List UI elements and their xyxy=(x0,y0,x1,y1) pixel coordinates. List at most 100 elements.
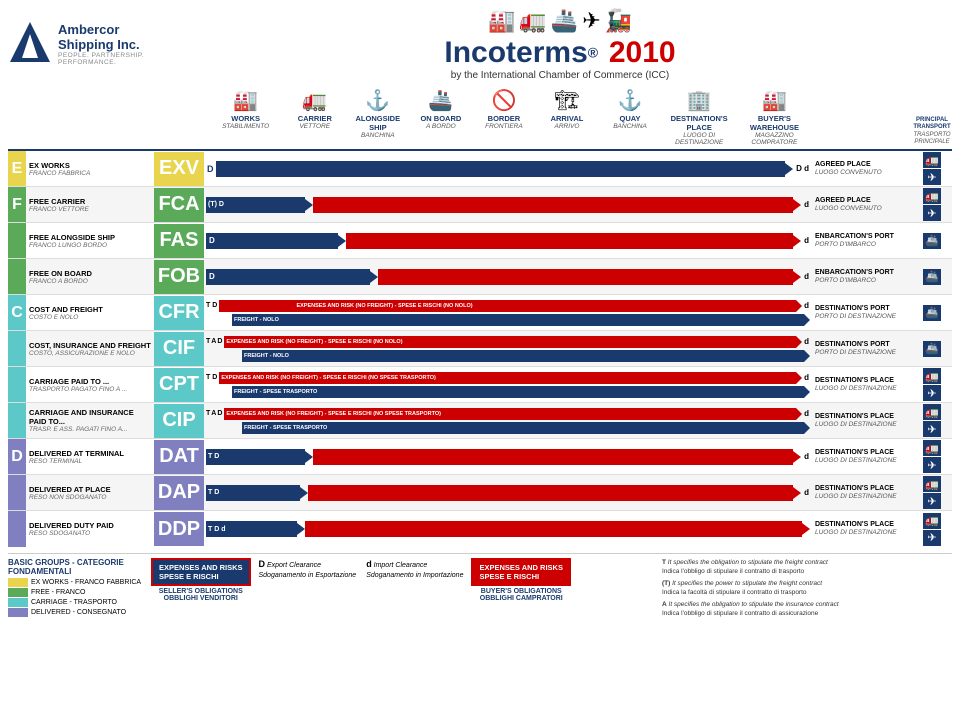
col-warehouse-en: BUYER'S WAREHOUSE xyxy=(738,114,811,132)
arrow-dap-l xyxy=(300,487,308,499)
legend-item-f: FREE - FRANCO xyxy=(8,588,143,597)
col-warehouse: 🏭 BUYER'S WAREHOUSE MAGAZZINO COMPRATORE xyxy=(737,87,812,146)
transport-icon-ship: 🚢 xyxy=(551,8,578,34)
icon-plane-exw: ✈ xyxy=(923,169,941,185)
d-marker-d: d Import ClearanceSdoganamento in Import… xyxy=(366,558,463,581)
row-fas-dest-en: ENBARCATION'S PORT xyxy=(815,232,909,241)
arrow-cfr-top xyxy=(796,300,802,312)
bar-red-cip: EXPENSES AND RISK (NO FREIGHT) - SPESE E… xyxy=(224,408,796,420)
row-cfr-name-en: COST AND FREIGHT xyxy=(29,305,152,314)
marker-d-text: Import ClearanceSdoganamento in Importaz… xyxy=(366,562,463,579)
bar-blue-fca: (T) D xyxy=(206,197,305,213)
row-exw-name-en: EX WORKS xyxy=(29,161,152,170)
row-fob: FREE ON BOARD FRANCO A BORDO FOB D d ENB… xyxy=(8,259,952,295)
note-paren-T: (T) It specifies the power to stipulate … xyxy=(662,579,952,597)
icon-plane-dap: ✈ xyxy=(923,493,941,509)
arrow-fas-r xyxy=(793,235,801,247)
col-quay-it: BANCHINA xyxy=(599,123,660,130)
icon-ship-cfr: 🚢 xyxy=(923,305,941,321)
row-ddp-dest-en: DESTINATION'S PLACE xyxy=(815,520,909,529)
row-cpt-dest-en: DESTINATION'S PLACE xyxy=(815,376,909,385)
arrow-dat-r xyxy=(793,451,801,463)
col-onboard: 🚢 ON BOARD A BORDO xyxy=(409,87,472,146)
row-exw-name-it: FRANCO FABBRICA xyxy=(29,170,152,177)
legend-label-e: EX WORKS - FRANCO FABBRICA xyxy=(31,579,141,586)
column-headers: 🏭 WORKS STABILIMENTO 🚛 CARRIER VETTORE ⚓… xyxy=(8,87,952,151)
row-cif-names: COST, INSURANCE AND FREIGHT COSTO, ASSIC… xyxy=(26,339,154,359)
bar-blue-fob: D xyxy=(206,269,370,285)
company-name: Ambercor Shipping Inc. xyxy=(58,22,168,52)
row-cfr-name-it: COSTO E NOLO xyxy=(29,314,152,321)
row-cfr-names: COST AND FREIGHT COSTO E NOLO xyxy=(26,303,154,323)
row-fob-name-en: FREE ON BOARD xyxy=(29,269,152,278)
bar-red-text-cfr: EXPENSES AND RISK (NO FREIGHT) - SPESE E… xyxy=(294,300,796,312)
row-exw: E EX WORKS FRANCO FABBRICA EXV D D d AGR… xyxy=(8,151,952,187)
d-markers-list: D Export ClearanceSdoganamento in Esport… xyxy=(259,558,464,581)
row-ddp-icons: 🚛 ✈ xyxy=(912,512,952,547)
row-cif-dest-it: PORTO DI DESTINAZIONE xyxy=(815,349,909,357)
row-fca-viz: (T) D d xyxy=(206,188,812,222)
incoterms-reg: ® xyxy=(588,45,598,61)
row-cpt-names: CARRIAGE PAID TO ... TRASPORTO PAGATO FI… xyxy=(26,375,154,395)
row-cpt-dest: DESTINATION'S PLACE LUOGO DI DESTINAZION… xyxy=(812,374,912,396)
col-border-en: BORDER xyxy=(473,114,534,123)
bar-blue-dap: T D xyxy=(206,485,300,501)
arrow-dap-r xyxy=(793,487,801,499)
row-fob-names: FREE ON BOARD FRANCO A BORDO xyxy=(26,267,154,287)
row-dap-name-it: RESO NON SDOGANATO xyxy=(29,494,152,501)
icon-plane-dat: ✈ xyxy=(923,457,941,473)
col-destplace-icon: 🏢 xyxy=(663,88,736,113)
row-exw-code: EXV xyxy=(154,152,204,186)
row-cif-icons: 🚢 xyxy=(912,340,952,358)
group-c-label-cpt xyxy=(8,367,26,402)
row-dat-code: DAT xyxy=(154,440,204,474)
row-cpt-dest-it: LUOGO DI DESTINAZIONE xyxy=(815,385,909,393)
row-dap-names: DELIVERED AT PLACE RESO NON SDOGANATO xyxy=(26,483,154,503)
marker-T-cfr: T xyxy=(206,302,210,309)
row-fob-icons: 🚢 xyxy=(912,268,952,286)
icon-plane-cip: ✈ xyxy=(923,421,941,437)
row-fob-code: FOB xyxy=(154,260,204,294)
page: Ambercor Shipping Inc. PEOPLE. PARTNERSH… xyxy=(0,0,960,716)
legend-label-d: DELIVERED - CONSEGNATO xyxy=(31,609,126,616)
marker-d-cip: d xyxy=(804,409,809,418)
logo-icon xyxy=(8,20,52,64)
marker-D-cfr: D xyxy=(212,302,217,309)
row-cpt-code: CPT xyxy=(154,368,204,402)
marker-d-fas: d xyxy=(804,236,809,245)
row-cip-name-en: CARRIAGE AND INSURANCE PAID TO... xyxy=(29,408,152,426)
bar-blue-cfr: FREIGHT - NOLO xyxy=(232,314,804,326)
marker-d-legend: d xyxy=(366,559,372,569)
col-onboard-en: ON BOARD xyxy=(410,114,471,123)
icon-truck-dap: 🚛 xyxy=(923,476,941,492)
row-cif-name-it: COSTO, ASSICURAZIONE E NOLO xyxy=(29,350,152,357)
row-cip-names: CARRIAGE AND INSURANCE PAID TO... TRASP.… xyxy=(26,406,154,435)
bar-red-fca xyxy=(313,197,793,213)
row-cpt-viz: T D EXPENSES AND RISK (NO FREIGHT) - SPE… xyxy=(206,368,812,402)
transport-icon-plane: ✈ xyxy=(582,8,600,34)
icon-plane-cpt: ✈ xyxy=(923,385,941,401)
row-cpt-name-it: TRASPORTO PAGATO FINO A ... xyxy=(29,386,152,393)
bottom-legend: BASIC GROUPS - CATEGORIE FONDAMENTALI EX… xyxy=(8,553,952,622)
note-paren-T-marker: (T) xyxy=(662,580,670,587)
row-ddp-name-it: RESO SDOGANATO xyxy=(29,530,152,537)
row-cfr-icons: 🚢 xyxy=(912,304,952,322)
row-dap-icons: 🚛 ✈ xyxy=(912,475,952,510)
row-cfr: C COST AND FREIGHT COSTO E NOLO CFR T D … xyxy=(8,295,952,331)
icon-truck-dat: 🚛 xyxy=(923,440,941,456)
bar-blue-exw xyxy=(216,161,786,177)
row-dat-dest: DESTINATION'S PLACE LUOGO DI DESTINAZION… xyxy=(812,446,912,468)
row-fca-dest-it: LUOGO CONVENUTO xyxy=(815,205,909,213)
icon-truck-fca: 🚛 xyxy=(923,188,941,204)
buyer-expenses-label: EXPENSES AND RISKSSPESE E RISCHI xyxy=(471,558,571,586)
arrow-cip-top xyxy=(796,408,802,420)
row-cfr-viz: T D EXPENSES AND RISK (NO FREIGHT) - SPE… xyxy=(206,296,812,330)
col-carrier: 🚛 CARRIER VETTORE xyxy=(283,87,346,146)
row-dap-code: DAP xyxy=(154,476,204,510)
row-fas-dest: ENBARCATION'S PORT PORTO D'IMBARCO xyxy=(812,230,912,252)
col-warehouse-it: MAGAZZINO COMPRATORE xyxy=(738,132,811,146)
bar-blue-fas: D xyxy=(206,233,338,249)
incoterms-title-line: Incoterms® 2010 xyxy=(168,36,952,70)
icon-plane-fca: ✈ xyxy=(923,205,941,221)
arrow-cip-bot xyxy=(804,422,810,434)
